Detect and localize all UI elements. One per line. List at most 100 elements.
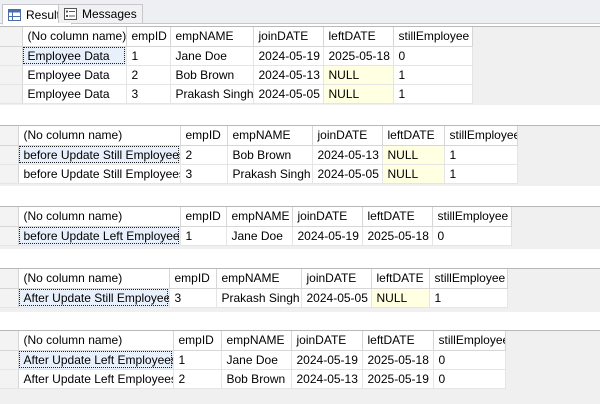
column-header[interactable]: (No column name) bbox=[18, 207, 181, 227]
table-cell[interactable]: 2024-05-05 bbox=[301, 288, 372, 308]
table-cell[interactable]: Jane Doe bbox=[170, 46, 254, 66]
table-cell[interactable]: 2025-05-18 bbox=[323, 46, 394, 66]
row-selector[interactable] bbox=[0, 288, 19, 308]
column-header[interactable]: joinDATE bbox=[301, 269, 372, 289]
table-cell[interactable]: 3 bbox=[169, 288, 217, 308]
table-cell[interactable]: 3 bbox=[126, 84, 171, 104]
table-cell[interactable]: 1 bbox=[444, 145, 518, 165]
tab-messages[interactable]: Messages bbox=[58, 4, 143, 23]
column-header[interactable]: stillEmployee bbox=[429, 269, 508, 289]
row-selector[interactable] bbox=[0, 226, 19, 246]
column-header[interactable]: leftDATE bbox=[371, 269, 430, 289]
result-grid-3[interactable]: (No column name) empID empNAME joinDATE … bbox=[0, 206, 600, 249]
row-selector[interactable] bbox=[0, 369, 19, 389]
column-header[interactable]: empNAME bbox=[221, 331, 292, 351]
table-row[interactable]: After Update Left Employees 2 Bob Brown … bbox=[0, 369, 506, 389]
column-header[interactable]: stillEmployee bbox=[432, 207, 512, 227]
table-cell[interactable]: 2025-05-19 bbox=[362, 369, 434, 389]
column-header[interactable]: (No column name) bbox=[22, 27, 127, 47]
table-row[interactable]: After Update Still Employees 3 Prakash S… bbox=[0, 288, 508, 308]
table-cell[interactable]: 2024-05-13 bbox=[312, 145, 383, 165]
table-cell[interactable]: 1 bbox=[126, 46, 171, 66]
table-cell[interactable]: before Update Left Employees bbox=[18, 226, 181, 246]
table-cell[interactable]: After Update Left Employees bbox=[18, 369, 174, 389]
table-row[interactable]: Employee Data 3 Prakash Singh 2024-05-05… bbox=[0, 84, 473, 104]
table-cell[interactable]: 2 bbox=[180, 145, 228, 165]
column-header[interactable]: empNAME bbox=[226, 207, 293, 227]
table-cell-null[interactable]: NULL bbox=[371, 288, 430, 308]
table-cell[interactable]: Prakash Singh bbox=[216, 288, 302, 308]
row-selector[interactable] bbox=[0, 65, 23, 85]
table-cell[interactable]: 1 bbox=[393, 84, 473, 104]
table-cell[interactable]: Jane Doe bbox=[226, 226, 293, 246]
table-cell[interactable]: before Update Still Employees bbox=[18, 145, 181, 165]
column-header[interactable]: empID bbox=[180, 207, 227, 227]
table-cell[interactable]: 1 bbox=[444, 164, 518, 184]
table-cell[interactable]: 2024-05-19 bbox=[291, 350, 363, 370]
table-cell[interactable]: Prakash Singh bbox=[227, 164, 313, 184]
column-header[interactable]: joinDATE bbox=[292, 207, 363, 227]
table-cell[interactable]: 2025-05-18 bbox=[362, 350, 434, 370]
table-row[interactable]: After Update Left Employees 1 Jane Doe 2… bbox=[0, 350, 506, 370]
row-selector[interactable] bbox=[0, 145, 19, 165]
column-header[interactable]: stillEmployee bbox=[433, 331, 506, 351]
table-cell[interactable]: 1 bbox=[180, 226, 227, 246]
result-grid-5[interactable]: (No column name) empID empNAME joinDATE … bbox=[0, 330, 600, 404]
column-header[interactable]: empID bbox=[126, 27, 171, 47]
table-cell[interactable]: Bob Brown bbox=[221, 369, 292, 389]
column-header[interactable]: leftDATE bbox=[362, 331, 434, 351]
result-grid-1[interactable]: (No column name) empID empNAME joinDATE … bbox=[0, 26, 600, 105]
table-row[interactable]: before Update Still Employees 2 Bob Brow… bbox=[0, 145, 518, 165]
table-cell[interactable]: 0 bbox=[432, 226, 512, 246]
table-cell[interactable]: 0 bbox=[433, 350, 506, 370]
row-selector[interactable] bbox=[0, 350, 19, 370]
column-header[interactable]: stillEmployee bbox=[444, 126, 518, 146]
column-header[interactable]: joinDATE bbox=[253, 27, 324, 47]
column-header[interactable]: leftDATE bbox=[382, 126, 445, 146]
table-cell[interactable]: 3 bbox=[180, 164, 228, 184]
table-cell[interactable]: 1 bbox=[173, 350, 222, 370]
column-header[interactable]: joinDATE bbox=[291, 331, 363, 351]
table-cell-null[interactable]: NULL bbox=[382, 164, 445, 184]
table-row[interactable]: before Update Left Employees 1 Jane Doe … bbox=[0, 226, 512, 246]
column-header[interactable]: empNAME bbox=[170, 27, 254, 47]
table-cell[interactable]: Bob Brown bbox=[170, 65, 254, 85]
column-header[interactable]: (No column name) bbox=[18, 126, 181, 146]
table-cell[interactable]: Employee Data bbox=[22, 65, 127, 85]
table-cell[interactable]: 2 bbox=[126, 65, 171, 85]
column-header[interactable]: leftDATE bbox=[323, 27, 394, 47]
table-cell[interactable]: After Update Left Employees bbox=[18, 350, 174, 370]
table-cell[interactable]: Bob Brown bbox=[227, 145, 313, 165]
row-selector[interactable] bbox=[0, 84, 23, 104]
table-cell[interactable]: Prakash Singh bbox=[170, 84, 254, 104]
column-header[interactable]: leftDATE bbox=[362, 207, 433, 227]
result-grid-2[interactable]: (No column name) empID empNAME joinDATE … bbox=[0, 125, 600, 186]
table-cell[interactable]: 0 bbox=[433, 369, 506, 389]
table-cell[interactable]: Employee Data bbox=[22, 84, 127, 104]
table-row[interactable]: before Update Still Employees 3 Prakash … bbox=[0, 164, 518, 184]
table-cell[interactable]: 2024-05-13 bbox=[291, 369, 363, 389]
table-cell[interactable]: 1 bbox=[393, 65, 473, 85]
table-cell[interactable]: before Update Still Employees bbox=[18, 164, 181, 184]
column-header[interactable]: (No column name) bbox=[18, 331, 174, 351]
table-cell[interactable]: 2025-05-18 bbox=[362, 226, 433, 246]
table-cell-null[interactable]: NULL bbox=[323, 65, 394, 85]
table-row[interactable]: Employee Data 2 Bob Brown 2024-05-13 NUL… bbox=[0, 65, 473, 85]
table-cell-null[interactable]: NULL bbox=[382, 145, 445, 165]
table-cell[interactable]: 2024-05-13 bbox=[253, 65, 324, 85]
column-header[interactable]: empNAME bbox=[216, 269, 302, 289]
column-header[interactable]: stillEmployee bbox=[393, 27, 473, 47]
table-cell[interactable]: 0 bbox=[393, 46, 473, 66]
table-cell[interactable]: Employee Data bbox=[22, 46, 127, 66]
table-cell[interactable]: 2024-05-05 bbox=[253, 84, 324, 104]
column-header[interactable]: joinDATE bbox=[312, 126, 383, 146]
column-header[interactable]: empID bbox=[180, 126, 228, 146]
result-grid-4[interactable]: (No column name) empID empNAME joinDATE … bbox=[0, 268, 600, 312]
row-selector[interactable] bbox=[0, 164, 19, 184]
column-header[interactable]: (No column name) bbox=[18, 269, 170, 289]
table-cell[interactable]: After Update Still Employees bbox=[18, 288, 170, 308]
column-header[interactable]: empID bbox=[173, 331, 222, 351]
table-cell[interactable]: 2024-05-19 bbox=[292, 226, 363, 246]
table-row[interactable]: Employee Data 1 Jane Doe 2024-05-19 2025… bbox=[0, 46, 473, 66]
table-cell[interactable]: Jane Doe bbox=[221, 350, 292, 370]
